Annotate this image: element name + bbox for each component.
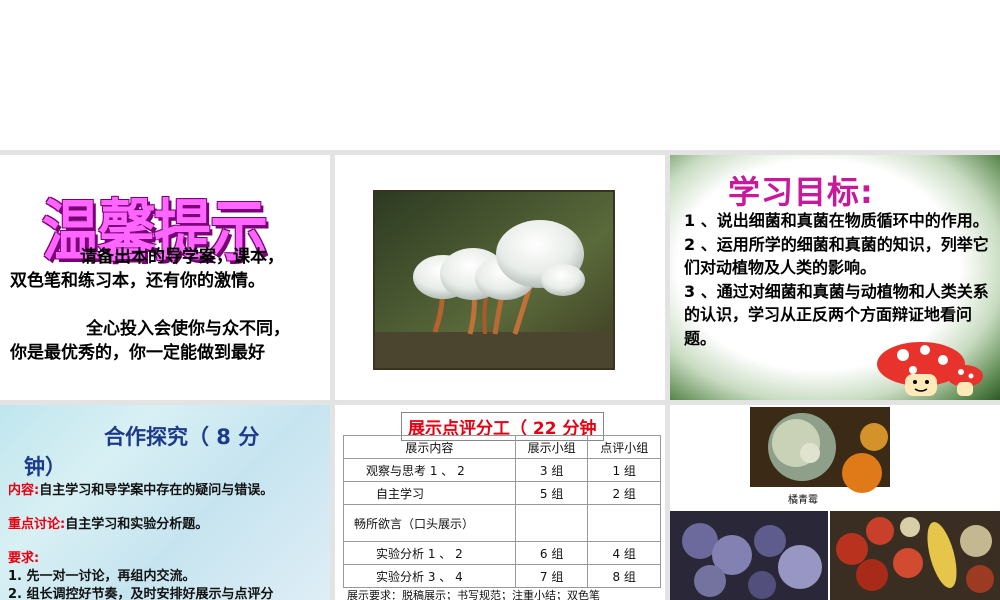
mushroom-image [375, 192, 613, 368]
requirement-2: 2. 组长调控好节奏，及时安排好展示与点评分 [8, 587, 274, 600]
cartoon-mushroom-icon [877, 342, 983, 396]
slide-thumbnail-1[interactable]: 温馨提示 请备出本的导学案，课本， 双色笔和练习本，还有你的激情。 全心投入会使… [0, 155, 330, 400]
photo-caption: 橘青霉 [788, 495, 818, 506]
table-cell: 实验分析 3 、 4 [343, 564, 516, 588]
table-row: 自主学习 5 组 2 组 [343, 481, 661, 505]
table-cell: 畅所欲言（口头展示） [343, 504, 516, 542]
requirement-1: 1. 先一对一讨论，再组内交流。 [8, 569, 196, 584]
header-review-group: 点评小组 [587, 435, 661, 459]
schedule-footer: 展示要求：脱稿展示；书写规范；注重小结；双色笔 [347, 589, 600, 600]
table-cell: 1 组 [587, 458, 661, 482]
goals-title: 学习目标: [728, 173, 874, 211]
orange-mold-photo [750, 407, 890, 511]
goals-list: 1 、说出细菌和真菌在物质循环中的作用。 2 、运用所学的细菌和真菌的知识，列举… [684, 209, 994, 350]
table-cell: 6 组 [514, 541, 589, 565]
table-cell: 2 组 [587, 481, 661, 505]
schedule-table: 展示内容 展示小组 点评小组 观察与思考 1 、 2 3 组 1 组 自主学习 … [343, 435, 661, 588]
slide-thumbnail-2[interactable] [335, 155, 665, 400]
cooperation-title: 合作探究（ 8 分 [104, 425, 260, 449]
table-row: 观察与思考 1 、 2 3 组 1 组 [343, 458, 661, 482]
table-cell: 实验分析 1 、 2 [343, 541, 516, 565]
table-cell: 5 组 [514, 481, 589, 505]
table-row: 畅所欲言（口头展示） [343, 504, 661, 542]
mushroom-photo [373, 190, 615, 370]
reminder-line-3: 全心投入会使你与众不同， [86, 319, 290, 339]
requirement-label: 要求: [8, 551, 40, 566]
table-header-row: 展示内容 展示小组 点评小组 [343, 435, 661, 459]
slide-thumbnail-4[interactable]: 合作探究（ 8 分 钟） 内容:自主学习和导学案中存在的疑问与错误。 重点讨论:… [0, 405, 330, 600]
reminder-line-1: 请备出本的导学案，课本， [80, 247, 284, 267]
header-present-group: 展示小组 [514, 435, 589, 459]
goal-item-1: 1 、说出细菌和真菌在物质循环中的作用。 [684, 211, 989, 230]
table-cell [587, 504, 661, 542]
header-content: 展示内容 [343, 435, 516, 459]
table-cell: 7 组 [514, 564, 589, 588]
moldy-fruit-photo [830, 511, 1000, 600]
content-line: 内容:自主学习和导学案中存在的疑问与错误。 [8, 483, 274, 498]
table-cell: 自主学习 [343, 481, 516, 505]
table-row: 实验分析 3 、 4 7 组 8 组 [343, 564, 661, 588]
moldy-bread-photo [670, 511, 828, 600]
slide-thumbnail-5[interactable]: 展示点评分工（ 22 分钟 展示内容 展示小组 点评小组 观察与思考 1 、 2… [335, 405, 665, 600]
goal-item-2: 2 、运用所学的细菌和真菌的知识，列举它们对动植物及人类的影响。 [684, 234, 989, 278]
focus-line: 重点讨论:自主学习和实验分析题。 [8, 517, 209, 532]
reminder-line-2: 双色笔和练习本，还有你的激情。 [10, 271, 265, 291]
slide-thumbnail-6[interactable]: 橘青霉 [670, 405, 1000, 600]
table-cell: 观察与思考 1 、 2 [343, 458, 516, 482]
reminder-line-4: 你是最优秀的，你一定能做到最好 [10, 343, 265, 363]
table-cell [514, 504, 589, 542]
table-row: 实验分析 1 、 2 6 组 4 组 [343, 541, 661, 565]
slide-thumbnail-3[interactable]: 学习目标: 1 、说出细菌和真菌在物质循环中的作用。 2 、运用所学的细菌和真菌… [670, 155, 1000, 400]
cooperation-title-cont: 钟） [24, 455, 66, 479]
table-cell: 8 组 [587, 564, 661, 588]
table-cell: 3 组 [514, 458, 589, 482]
table-cell: 4 组 [587, 541, 661, 565]
